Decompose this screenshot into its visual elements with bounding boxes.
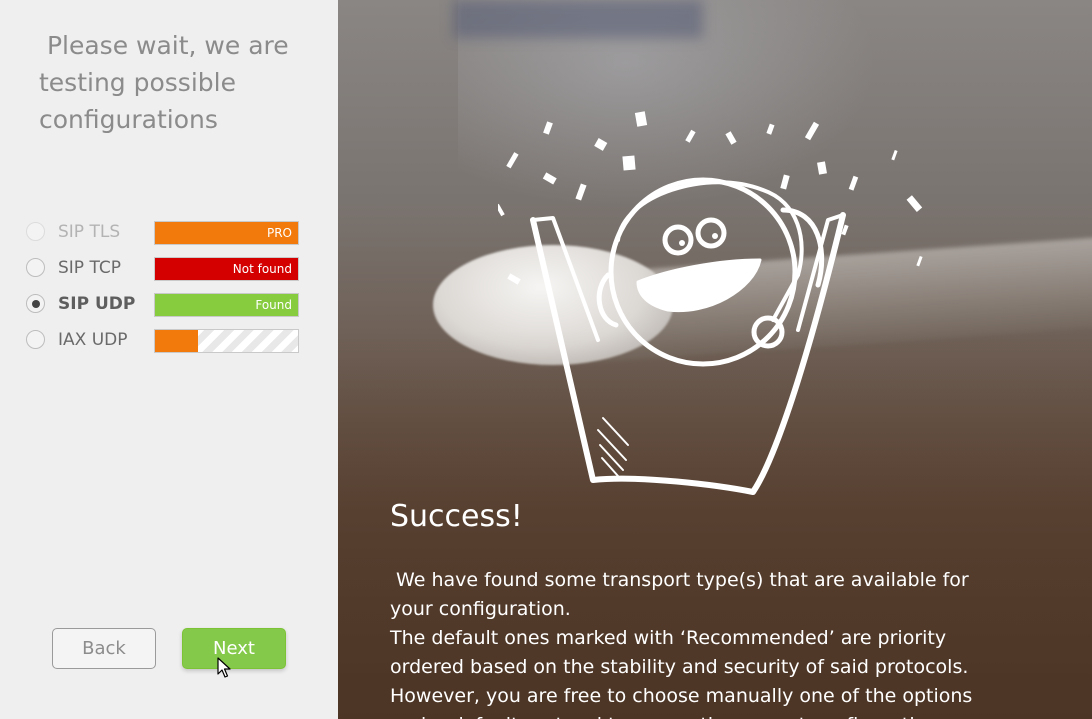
success-title: Success! (390, 499, 523, 534)
protocol-label: SIP UDP (58, 294, 136, 314)
protocol-label: IAX UDP (58, 330, 128, 350)
right-panel: Success! We have found some transport ty… (338, 0, 1092, 719)
status-text: PRO (266, 226, 292, 240)
mascot-hatching (597, 417, 629, 477)
radio-selected-dot (32, 300, 40, 308)
radio-icon[interactable] (26, 222, 45, 241)
mascot-illustration (498, 111, 923, 495)
status-bar: PRO (154, 221, 299, 245)
success-paragraph: We have found some transport type(s) tha… (390, 569, 975, 620)
protocol-row-sip-tls[interactable]: SIP TLS PRO (26, 221, 300, 245)
app-window: Please wait, we are testing possible con… (0, 0, 1092, 719)
radio-icon[interactable] (26, 330, 45, 349)
protocol-label: SIP TCP (58, 258, 121, 278)
success-body: We have found some transport type(s) tha… (390, 566, 980, 719)
left-panel: Please wait, we are testing possible con… (0, 0, 338, 719)
radio-icon[interactable] (26, 258, 45, 277)
next-button[interactable]: Next (182, 628, 286, 669)
success-paragraph: The default ones marked with ‘Recommende… (390, 627, 973, 719)
radio-icon[interactable] (26, 294, 45, 313)
protocol-row-sip-tcp[interactable]: SIP TCP Not found (26, 257, 300, 281)
confetti (498, 111, 923, 285)
status-text: Found (255, 298, 292, 312)
protocol-row-iax-udp[interactable]: IAX UDP (26, 329, 300, 353)
background-blue-blur (453, 0, 703, 38)
back-button[interactable]: Back (52, 628, 156, 669)
wait-title: Please wait, we are testing possible con… (39, 31, 297, 134)
protocol-row-sip-udp[interactable]: SIP UDP Found (26, 293, 300, 317)
status-bar-fill (155, 330, 198, 352)
cursor-icon (217, 657, 231, 678)
status-bar: Not found (154, 257, 299, 281)
status-text: Not found (232, 262, 292, 276)
protocol-label: SIP TLS (58, 222, 121, 242)
status-bar (154, 329, 299, 353)
status-bar: Found (154, 293, 299, 317)
